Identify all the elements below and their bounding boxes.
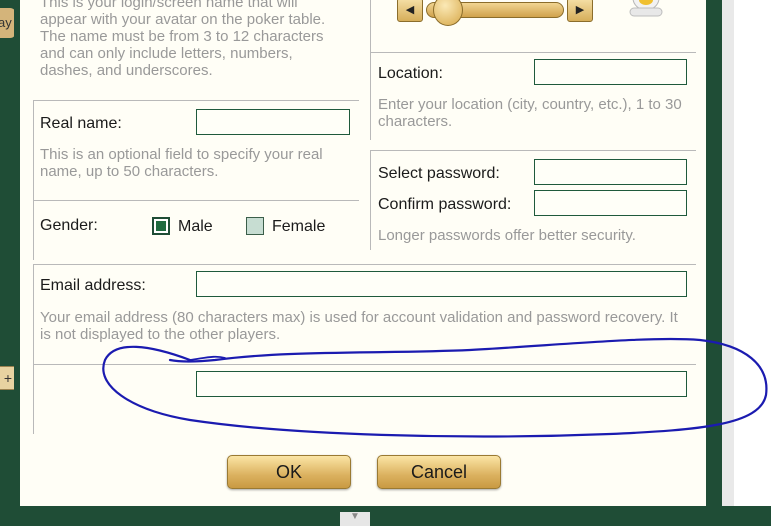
location-input[interactable]	[534, 59, 687, 85]
location-label: Location:	[378, 65, 443, 82]
column-divider-mid	[370, 150, 371, 250]
email-label: Email address:	[40, 277, 146, 294]
divider-under-avatar	[370, 52, 696, 53]
divider-under-realname	[33, 200, 359, 201]
column-divider-top	[370, 0, 371, 140]
divider-above-extra	[33, 364, 696, 365]
select-password-input[interactable]	[534, 159, 687, 185]
gender-male-checkbox[interactable]	[152, 217, 170, 235]
avatar-preview-icon	[629, 0, 663, 17]
cancel-button[interactable]: Cancel	[377, 455, 501, 489]
location-help: Enter your location (city, country, etc.…	[378, 96, 682, 130]
extra-input[interactable]	[196, 371, 687, 397]
email-help: Your email address (80 characters max) i…	[40, 309, 678, 343]
avatar-prev-button[interactable]: ◀	[397, 0, 423, 22]
gender-female-label[interactable]: Female	[272, 218, 325, 236]
left-border-top	[33, 100, 34, 260]
background-green-strip	[712, 0, 722, 526]
divider-under-location	[370, 150, 696, 151]
screen-name-help: This is your login/screen name that will…	[40, 0, 326, 79]
left-border-bottom	[33, 264, 34, 434]
background-scroll-column	[722, 0, 734, 526]
ok-button[interactable]: OK	[227, 455, 351, 489]
gender-female-checkbox[interactable]	[246, 217, 264, 235]
real-name-input[interactable]	[196, 109, 350, 135]
divider-above-email	[33, 264, 696, 265]
confirm-password-input[interactable]	[534, 190, 687, 216]
confirm-password-label: Confirm password:	[378, 196, 512, 213]
real-name-label: Real name:	[40, 115, 122, 132]
password-help: Longer passwords offer better security.	[378, 227, 636, 244]
select-password-label: Select password:	[378, 165, 500, 182]
gender-male-label[interactable]: Male	[178, 218, 213, 236]
email-input[interactable]	[196, 271, 687, 297]
divider-under-screenname	[33, 100, 359, 101]
gender-label: Gender:	[40, 217, 98, 234]
background-panel-right	[712, 0, 771, 526]
real-name-help: This is an optional field to specify you…	[40, 146, 323, 180]
avatar-next-button[interactable]: ▶	[567, 0, 593, 22]
